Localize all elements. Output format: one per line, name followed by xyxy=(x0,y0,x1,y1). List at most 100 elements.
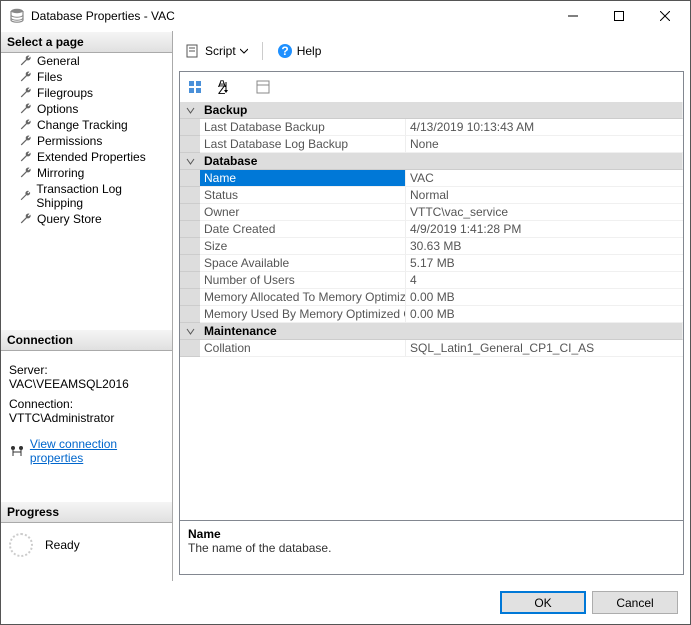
property-key: Memory Allocated To Memory Optimized Obj… xyxy=(200,289,406,306)
page-item[interactable]: Permissions xyxy=(1,133,172,149)
connection-label: Connection: xyxy=(9,397,164,411)
page-item[interactable]: Query Store xyxy=(1,211,172,227)
page-item[interactable]: Mirroring xyxy=(1,165,172,181)
property-value: Normal xyxy=(406,187,683,204)
connection-body: Server: VAC\VEEAMSQL2016 Connection: VTT… xyxy=(1,351,172,471)
connection-value: VTTC\Administrator xyxy=(9,411,164,425)
property-key: Size xyxy=(200,238,406,255)
view-connection-link[interactable]: View connection properties xyxy=(30,437,164,465)
property-row[interactable]: Number of Users4 xyxy=(180,272,683,289)
chevron-down-icon xyxy=(240,47,248,55)
ok-button[interactable]: OK xyxy=(500,591,586,614)
wrench-icon xyxy=(19,150,33,164)
wrench-icon xyxy=(19,118,33,132)
property-key: Collation xyxy=(200,340,406,357)
property-row[interactable]: Memory Used By Memory Optimized Objects0… xyxy=(180,306,683,323)
server-label: Server: xyxy=(9,363,164,377)
page-item[interactable]: Transaction Log Shipping xyxy=(1,181,172,211)
page-item[interactable]: Change Tracking xyxy=(1,117,172,133)
categorized-button[interactable] xyxy=(184,76,206,98)
page-list: GeneralFilesFilegroupsOptionsChange Trac… xyxy=(1,53,172,227)
left-pane: Select a page GeneralFilesFilegroupsOpti… xyxy=(1,31,173,581)
page-item[interactable]: Options xyxy=(1,101,172,117)
property-key: Last Database Backup xyxy=(200,119,406,136)
property-key: Last Database Log Backup xyxy=(200,136,406,153)
description-pane: Name The name of the database. xyxy=(180,520,683,574)
connection-icon xyxy=(9,443,24,459)
title-bar: Database Properties - VAC xyxy=(1,1,690,31)
page-item[interactable]: Filegroups xyxy=(1,85,172,101)
window-title: Database Properties - VAC xyxy=(31,9,550,23)
select-page-header: Select a page xyxy=(1,31,172,53)
server-value: VAC\VEEAMSQL2016 xyxy=(9,377,164,391)
progress-status: Ready xyxy=(45,538,80,552)
property-value: None xyxy=(406,136,683,153)
property-row[interactable]: CollationSQL_Latin1_General_CP1_CI_AS xyxy=(180,340,683,357)
property-value: 4 xyxy=(406,272,683,289)
progress-body: Ready xyxy=(1,523,172,581)
properties-button[interactable] xyxy=(252,76,274,98)
collapse-icon[interactable] xyxy=(180,153,200,170)
property-value: 30.63 MB xyxy=(406,238,683,255)
description-title: Name xyxy=(188,527,675,541)
svg-text:?: ? xyxy=(281,44,288,58)
script-icon xyxy=(185,43,201,59)
property-row[interactable]: StatusNormal xyxy=(180,187,683,204)
close-button[interactable] xyxy=(642,1,688,31)
page-item[interactable]: Files xyxy=(1,69,172,85)
svg-text:Z: Z xyxy=(218,83,225,94)
wrench-icon xyxy=(19,189,32,203)
collapse-icon[interactable] xyxy=(180,102,200,119)
property-value: SQL_Latin1_General_CP1_CI_AS xyxy=(406,340,683,357)
property-row[interactable]: Size30.63 MB xyxy=(180,238,683,255)
footer: OK Cancel xyxy=(1,581,690,624)
page-item[interactable]: Extended Properties xyxy=(1,149,172,165)
alphabetical-button[interactable]: AZ xyxy=(212,76,234,98)
property-key: Date Created xyxy=(200,221,406,238)
category-row[interactable]: Maintenance xyxy=(180,323,683,340)
grid-toolbar: AZ xyxy=(180,72,683,102)
page-item[interactable]: General xyxy=(1,53,172,69)
property-key: Number of Users xyxy=(200,272,406,289)
property-value: 4/13/2019 10:13:43 AM xyxy=(406,119,683,136)
wrench-icon xyxy=(19,102,33,116)
wrench-icon xyxy=(19,212,33,226)
property-row[interactable]: Memory Allocated To Memory Optimized Obj… xyxy=(180,289,683,306)
property-value: 4/9/2019 1:41:28 PM xyxy=(406,221,683,238)
property-row[interactable]: NameVAC xyxy=(180,170,683,187)
connection-header: Connection xyxy=(1,329,172,351)
property-value: 5.17 MB xyxy=(406,255,683,272)
script-button[interactable]: Script xyxy=(181,41,252,61)
cancel-button[interactable]: Cancel xyxy=(592,591,678,614)
category-row[interactable]: Backup xyxy=(180,102,683,119)
property-key: Owner xyxy=(200,204,406,221)
right-pane: Script ? Help AZ BackupLast Database Bac… xyxy=(173,31,690,581)
database-icon xyxy=(9,8,25,24)
help-icon: ? xyxy=(277,43,293,59)
property-row[interactable]: OwnerVTTC\vac_service xyxy=(180,204,683,221)
property-value: 0.00 MB xyxy=(406,306,683,323)
toolbar: Script ? Help xyxy=(179,37,684,71)
property-row[interactable]: Space Available5.17 MB xyxy=(180,255,683,272)
property-value: VAC xyxy=(406,170,683,187)
property-key: Space Available xyxy=(200,255,406,272)
progress-spinner-icon xyxy=(9,533,33,557)
collapse-icon[interactable] xyxy=(180,323,200,340)
category-row[interactable]: Database xyxy=(180,153,683,170)
property-value: 0.00 MB xyxy=(406,289,683,306)
wrench-icon xyxy=(19,166,33,180)
property-row[interactable]: Last Database Backup4/13/2019 10:13:43 A… xyxy=(180,119,683,136)
wrench-icon xyxy=(19,86,33,100)
property-row[interactable]: Last Database Log BackupNone xyxy=(180,136,683,153)
minimize-button[interactable] xyxy=(550,1,596,31)
help-button[interactable]: ? Help xyxy=(273,41,326,61)
property-row[interactable]: Date Created4/9/2019 1:41:28 PM xyxy=(180,221,683,238)
property-grid: AZ BackupLast Database Backup4/13/2019 1… xyxy=(179,71,684,575)
property-key: Name xyxy=(200,170,406,187)
description-text: The name of the database. xyxy=(188,541,675,555)
wrench-icon xyxy=(19,134,33,148)
maximize-button[interactable] xyxy=(596,1,642,31)
progress-header: Progress xyxy=(1,501,172,523)
property-key: Status xyxy=(200,187,406,204)
wrench-icon xyxy=(19,54,33,68)
